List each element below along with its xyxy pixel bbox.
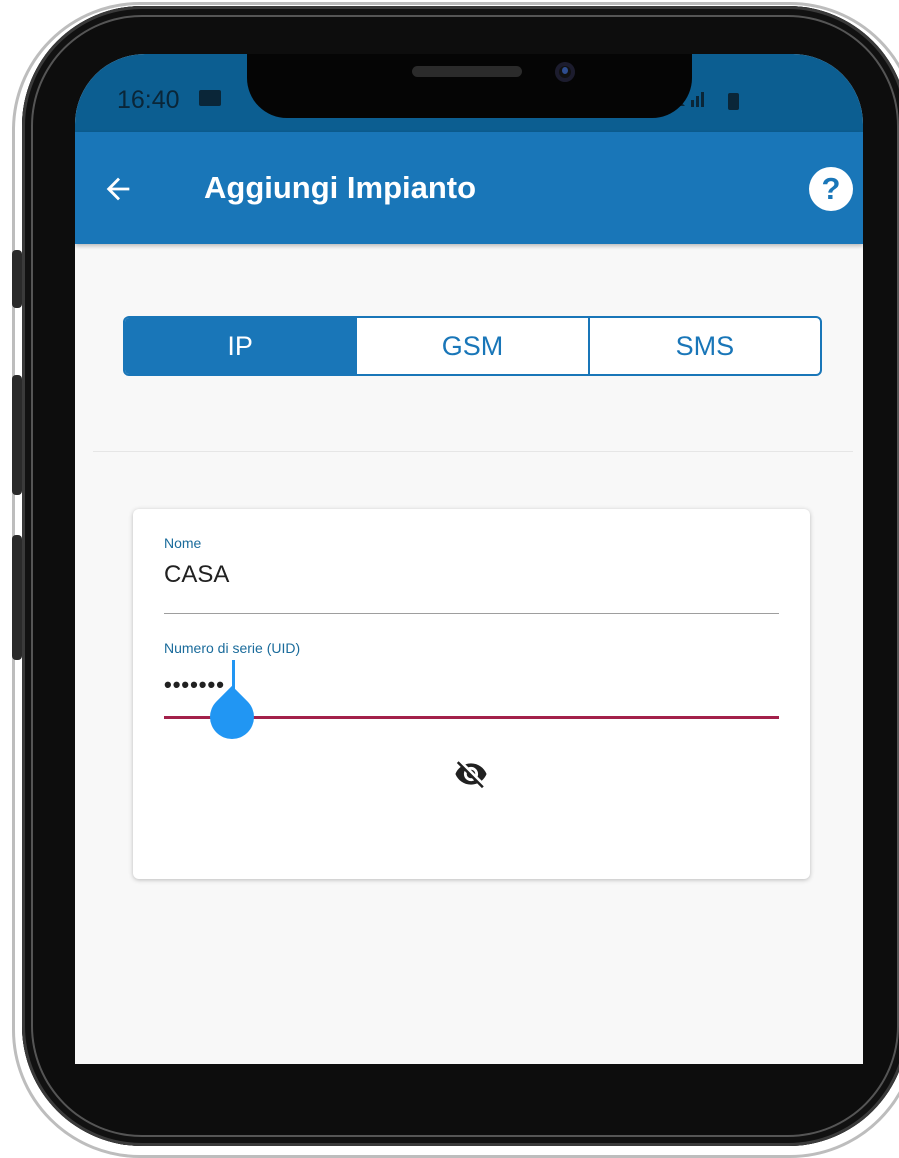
uid-field-underline [164, 716, 779, 719]
tab-ip[interactable]: IP [125, 318, 356, 374]
name-field-label: Nome [164, 535, 202, 551]
app-screen: 16:40 Aggiungi Impianto ? IP GSM SMS Nom… [75, 54, 863, 1064]
status-bar: 16:40 [75, 54, 863, 132]
tab-sms[interactable]: SMS [587, 318, 820, 374]
section-divider [93, 451, 853, 452]
status-time: 16:40 [117, 86, 180, 114]
connection-type-selector: IP GSM SMS [123, 316, 822, 376]
name-field[interactable]: CASA [164, 561, 229, 589]
uid-field-label: Numero di serie (UID) [164, 640, 301, 656]
battery-icon [728, 93, 740, 110]
page-title: Aggiungi Impianto [204, 170, 477, 205]
gallery-notification-icon [199, 90, 221, 106]
app-bar: Aggiungi Impianto ? [75, 132, 863, 244]
speaker-grille [412, 66, 522, 77]
arrow-left-icon[interactable] [101, 172, 135, 206]
uid-field[interactable]: ••••••• [164, 672, 225, 698]
name-field-underline [164, 613, 779, 614]
tab-gsm[interactable]: GSM [355, 318, 587, 374]
camera-notch [247, 54, 692, 118]
phone-volume-up [12, 375, 22, 495]
front-camera [555, 62, 575, 82]
help-circle-icon[interactable]: ? [809, 167, 853, 211]
phone-volume-down [12, 535, 22, 660]
phone-side-button [12, 250, 22, 308]
form-card: Nome CASA Numero di serie (UID) ••••••• [133, 509, 810, 879]
eye-off-icon[interactable] [449, 757, 493, 791]
